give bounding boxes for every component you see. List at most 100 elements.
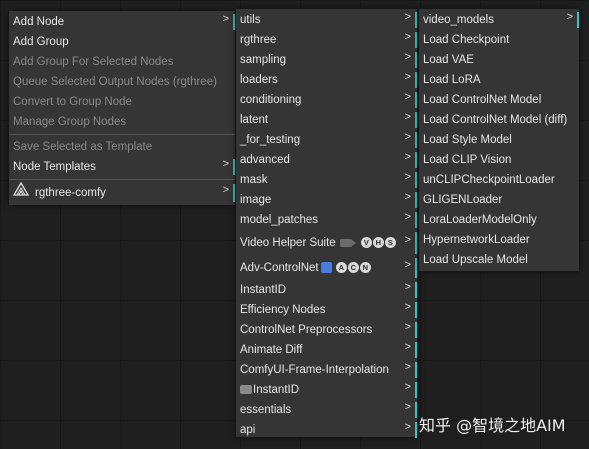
menu-item-label: api (240, 424, 256, 436)
menu-item-label: unCLIPCheckpointLoader (423, 174, 555, 186)
category-item-utils[interactable]: utils > (236, 10, 417, 30)
menu-item-label: LoraLoaderModelOnly (423, 214, 537, 226)
category-submenu: utils > rgthree > sampling > loaders > condi… (236, 9, 417, 440)
menu-item-label: Add Group For Selected Nodes (13, 56, 174, 68)
rgthree-logo-icon (12, 181, 30, 204)
menu-item-label: HypernetworkLoader (423, 234, 530, 246)
menu-item-label: ControlNet Preprocessors (240, 324, 373, 336)
menu-item-label: Load Style Model (423, 134, 512, 146)
menu-item-label: Load VAE (423, 54, 474, 66)
chevron-right-icon: > (404, 234, 411, 246)
chevron-right-icon: > (222, 184, 229, 196)
menu-item-label: model_patches (240, 214, 318, 226)
menu-item-rgthree-comfy[interactable]: rgthree-comfy > (9, 181, 235, 204)
chevron-right-icon: > (404, 191, 411, 203)
category-item-model-patches[interactable]: model_patches > (236, 210, 417, 230)
chevron-right-icon: > (404, 259, 411, 271)
category-item-image[interactable]: image > (236, 190, 417, 210)
category-item-conditioning[interactable]: conditioning > (236, 90, 417, 110)
menu-item-label: Efficiency Nodes (240, 304, 326, 316)
loader-item-load-checkpoint[interactable]: Load Checkpoint (419, 30, 579, 50)
menu-item-label: sampling (240, 54, 287, 66)
chevron-right-icon: > (404, 361, 411, 373)
menu-item-label: video_models (423, 14, 494, 26)
menu-item-label: InstantID (253, 384, 300, 396)
menu-item-label: conditioning (240, 94, 302, 106)
menu-item-add-group-selected: Add Group For Selected Nodes (9, 52, 235, 72)
loader-item-video-models[interactable]: video_models > (419, 10, 579, 30)
menu-item-add-node[interactable]: Add Node > (9, 12, 235, 32)
chevron-right-icon: > (404, 111, 411, 123)
menu-item-label: _for_testing (240, 134, 301, 146)
category-item-animate-diff[interactable]: Animate Diff > (236, 340, 417, 360)
category-item-controlnet-preprocessors[interactable]: ControlNet Preprocessors > (236, 320, 417, 340)
menu-item-label: Load LoRA (423, 74, 481, 86)
loader-item-load-controlnet-diff[interactable]: Load ControlNet Model (diff) (419, 110, 579, 130)
menu-item-label: advanced (240, 154, 290, 166)
chevron-right-icon: > (404, 281, 411, 293)
menu-item-manage-group: Manage Group Nodes (9, 112, 235, 132)
loader-item-load-lora[interactable]: Load LoRA (419, 70, 579, 90)
loader-item-load-vae[interactable]: Load VAE (419, 50, 579, 70)
menu-item-label: Load ControlNet Model (423, 94, 542, 106)
menu-item-label: GLIGENLoader (423, 194, 503, 206)
category-item-frame-interpolation[interactable]: ComfyUI-Frame-Interpolation > (236, 360, 417, 380)
acn-badge-n: N (359, 262, 371, 274)
loader-item-load-style-model[interactable]: Load Style Model (419, 130, 579, 150)
loader-item-load-clip-vision[interactable]: Load CLIP Vision (419, 150, 579, 170)
menu-item-label: image (240, 194, 272, 206)
category-item-instantid[interactable]: InstantID > (236, 280, 417, 300)
acn-badge-a: A (335, 262, 347, 274)
adv-controlnet-emoji-icon (320, 262, 332, 274)
menu-item-label: Load ControlNet Model (diff) (423, 114, 568, 126)
category-item-api[interactable]: api > (236, 420, 417, 440)
category-item-loaders[interactable]: loaders > (236, 70, 417, 90)
menu-item-queue-selected: Queue Selected Output Nodes (rgthree) (9, 72, 235, 92)
category-item-adv-controlnet[interactable]: Adv-ControlNet ACN > (236, 256, 417, 280)
menu-item-label: rgthree (240, 34, 277, 46)
vhs-badge-h: H (372, 237, 384, 249)
chevron-right-icon: > (404, 341, 411, 353)
category-item-for-testing[interactable]: _for_testing > (236, 130, 417, 150)
loader-item-hypernetwork[interactable]: HypernetworkLoader (419, 230, 579, 250)
menu-item-label: Manage Group Nodes (13, 116, 127, 128)
chevron-right-icon: > (404, 151, 411, 163)
loader-item-load-controlnet[interactable]: Load ControlNet Model (419, 90, 579, 110)
menu-item-label: loaders (240, 74, 278, 86)
menu-item-label: Load CLIP Vision (423, 154, 512, 166)
chevron-right-icon: > (404, 11, 411, 23)
menu-item-add-group[interactable]: Add Group (9, 32, 235, 52)
chevron-right-icon: > (404, 301, 411, 313)
category-item-instantid-camera[interactable]: InstantID > (236, 380, 417, 400)
loader-item-gligen[interactable]: GLIGENLoader (419, 190, 579, 210)
category-item-essentials[interactable]: essentials > (236, 400, 417, 420)
category-item-rgthree[interactable]: rgthree > (236, 30, 417, 50)
menu-item-label: Load Checkpoint (423, 34, 510, 46)
category-item-video-helper-suite[interactable]: Video Helper Suite VHS > (236, 230, 417, 256)
camera-photo-icon (240, 385, 252, 395)
menu-item-label: Queue Selected Output Nodes (rgthree) (13, 76, 217, 88)
category-item-latent[interactable]: latent > (236, 110, 417, 130)
menu-item-convert-group: Convert to Group Node (9, 92, 235, 112)
chevron-right-icon: > (404, 131, 411, 143)
category-item-mask[interactable]: mask > (236, 170, 417, 190)
loader-item-lora-model-only[interactable]: LoraLoaderModelOnly (419, 210, 579, 230)
menu-item-label: InstantID (240, 284, 287, 296)
menu-item-node-templates[interactable]: Node Templates > (9, 157, 235, 177)
menu-item-label: Load Upscale Model (423, 254, 528, 266)
menu-item-label: Save Selected as Template (13, 141, 153, 153)
menu-separator (9, 134, 235, 135)
menu-item-label: Add Node (13, 16, 65, 28)
category-item-sampling[interactable]: sampling > (236, 50, 417, 70)
vhs-badge-s: S (384, 237, 396, 249)
chevron-right-icon: > (222, 158, 229, 170)
loader-item-load-upscale[interactable]: Load Upscale Model (419, 250, 579, 270)
chevron-right-icon: > (404, 421, 411, 433)
chevron-right-icon: > (566, 11, 573, 23)
menu-item-label: Add Group (13, 36, 69, 48)
category-item-efficiency-nodes[interactable]: Efficiency Nodes > (236, 300, 417, 320)
category-item-advanced[interactable]: advanced > (236, 150, 417, 170)
loader-item-unclip-checkpoint[interactable]: unCLIPCheckpointLoader (419, 170, 579, 190)
chevron-right-icon: > (404, 381, 411, 393)
menu-item-label: Convert to Group Node (13, 96, 132, 108)
